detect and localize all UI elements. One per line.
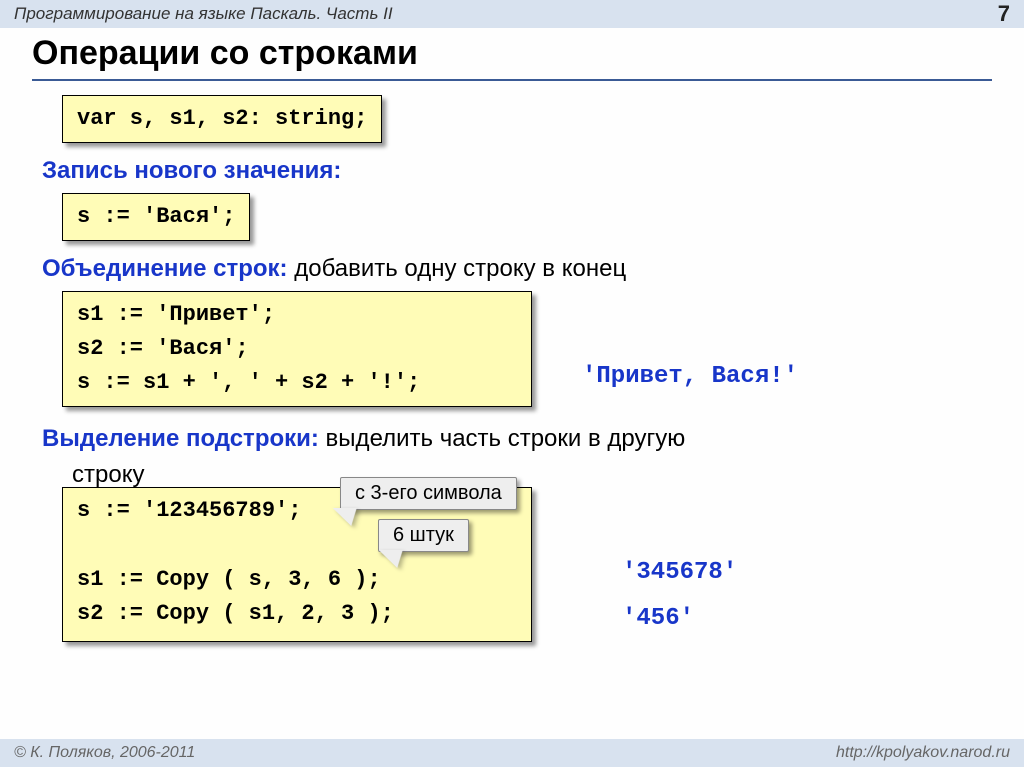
header-title: Программирование на языке Паскаль. Часть…	[14, 4, 393, 24]
section-concat-bold: Объединение строк:	[42, 255, 288, 282]
header-bar: Программирование на языке Паскаль. Часть…	[0, 0, 1024, 28]
block-concat: s1 := 'Привет'; s2 := 'Вася'; s := s1 + …	[62, 291, 992, 407]
block-declaration: var s, s1, s2: string;	[62, 95, 992, 143]
result-substr-2: '456'	[622, 605, 694, 632]
page-title: Операции со строками	[32, 34, 992, 73]
footer-url: http://kpolyakov.narod.ru	[836, 744, 1010, 762]
block-assign: s := 'Вася';	[62, 193, 992, 241]
slide-content: Операции со строками var s, s1, s2: stri…	[0, 28, 1024, 642]
callout-from-char-text: с 3-его символа	[340, 477, 517, 510]
footer-bar: © К. Поляков, 2006-2011 http://kpolyakov…	[0, 739, 1024, 767]
footer-copyright: © К. Поляков, 2006-2011	[14, 744, 195, 762]
code-substr: s := '123456789'; s1 := Copy ( s, 3, 6 )…	[62, 487, 532, 641]
title-rule	[32, 79, 992, 81]
section-substr-plain2: строку	[72, 461, 992, 489]
block-substr: s := '123456789'; s1 := Copy ( s, 3, 6 )…	[62, 487, 992, 641]
section-substr-plain: выделить часть строки в другую	[319, 425, 685, 452]
callout-from-char: с 3-его символа	[340, 477, 517, 510]
result-substr-1: '345678'	[622, 559, 737, 586]
code-assign: s := 'Вася';	[62, 193, 250, 241]
code-concat: s1 := 'Привет'; s2 := 'Вася'; s := s1 + …	[62, 291, 532, 407]
section-assign-label: Запись нового значения:	[42, 157, 992, 185]
callout-count: 6 штук	[378, 519, 469, 552]
code-declaration: var s, s1, s2: string;	[62, 95, 382, 143]
callout-count-text: 6 штук	[378, 519, 469, 552]
section-concat-label: Объединение строк: добавить одну строку …	[42, 255, 992, 283]
section-substr-bold: Выделение подстроки:	[42, 425, 319, 452]
section-substr-label: Выделение подстроки: выделить часть стро…	[42, 425, 992, 453]
result-concat: 'Привет, Вася!'	[582, 363, 798, 390]
section-concat-plain: добавить одну строку в конец	[288, 255, 627, 282]
page-number: 7	[998, 1, 1010, 27]
